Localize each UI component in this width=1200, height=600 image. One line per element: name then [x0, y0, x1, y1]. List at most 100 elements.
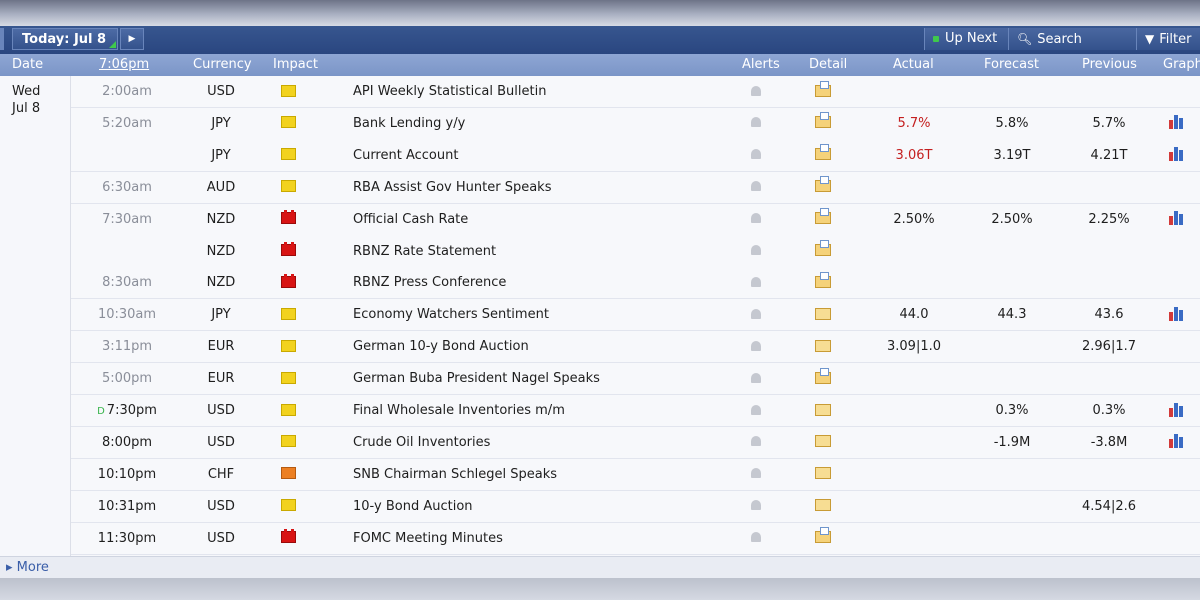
bell-icon[interactable] — [751, 404, 761, 415]
bell-icon[interactable] — [751, 181, 761, 192]
today-button[interactable]: Today: Jul 8 — [12, 28, 118, 50]
event-row[interactable]: 8:00pm USD Crude Oil Inventories -1.9M -3.8M — [71, 426, 1200, 459]
col-current-time[interactable]: 7:06pm — [99, 54, 149, 76]
bell-icon[interactable] — [751, 149, 761, 160]
detail-folder-icon[interactable] — [815, 527, 831, 544]
event-row[interactable]: 7:30am NZD Official Cash Rate 2.50% 2.50% 2.2… — [71, 203, 1200, 236]
detail-folder-icon[interactable] — [815, 144, 831, 161]
event-title[interactable]: API Weekly Statistical Bulletin — [353, 76, 546, 107]
event-detail[interactable] — [815, 299, 841, 330]
event-detail[interactable] — [815, 140, 841, 171]
event-graph[interactable] — [1169, 204, 1193, 235]
event-detail[interactable] — [815, 363, 841, 394]
bell-icon[interactable] — [751, 308, 761, 319]
bell-icon[interactable] — [751, 213, 761, 224]
event-title[interactable]: 10-y Bond Auction — [353, 491, 473, 522]
event-row[interactable]: JPY Current Account 3.06T 3.19T 4.21T — [71, 139, 1200, 172]
event-alert[interactable] — [751, 108, 771, 139]
event-title[interactable]: FOMC Meeting Minutes — [353, 523, 503, 554]
event-alert[interactable] — [751, 204, 771, 235]
event-detail[interactable] — [815, 459, 841, 490]
event-alert[interactable] — [751, 76, 771, 107]
event-detail[interactable] — [815, 236, 841, 267]
event-alert[interactable] — [751, 523, 771, 554]
event-title[interactable]: German 10-y Bond Auction — [353, 331, 529, 362]
event-detail[interactable] — [815, 267, 841, 298]
event-graph[interactable] — [1169, 236, 1193, 267]
detail-folder-icon[interactable] — [815, 271, 831, 288]
event-row[interactable]: D 7:30pm USD Final Wholesale Inventories m/… — [71, 395, 1200, 427]
event-row[interactable]: 5:20am JPY Bank Lending y/y 5.7% 5.8% 5.7% — [71, 107, 1200, 140]
event-alert[interactable] — [751, 172, 771, 203]
bar-chart-icon[interactable] — [1169, 306, 1186, 321]
event-graph[interactable] — [1169, 299, 1193, 330]
event-row[interactable]: 11:30pm USD FOMC Meeting Minutes — [71, 522, 1200, 555]
bell-icon[interactable] — [751, 532, 761, 543]
event-graph[interactable] — [1169, 140, 1193, 171]
bell-icon[interactable] — [751, 372, 761, 383]
detail-folder-icon[interactable] — [815, 339, 831, 352]
next-day-button[interactable]: ▶ — [120, 28, 144, 50]
event-graph[interactable] — [1169, 108, 1193, 139]
bell-icon[interactable] — [751, 276, 761, 287]
bar-chart-icon[interactable] — [1169, 434, 1186, 449]
event-detail[interactable] — [815, 204, 841, 235]
event-row[interactable]: 3:11pm EUR German 10-y Bond Auction 3.09|1.… — [71, 331, 1200, 364]
event-detail[interactable] — [815, 395, 841, 426]
event-title[interactable]: Bank Lending y/y — [353, 108, 465, 139]
search-events-button[interactable]: 🔍︎Search Events — [1008, 28, 1136, 69]
event-graph[interactable] — [1169, 395, 1193, 426]
event-alert[interactable] — [751, 236, 771, 267]
event-graph[interactable] — [1169, 491, 1193, 522]
event-title[interactable]: SNB Chairman Schlegel Speaks — [353, 459, 557, 490]
event-title[interactable]: Official Cash Rate — [353, 204, 468, 235]
bell-icon[interactable] — [751, 85, 761, 96]
detail-folder-icon[interactable] — [815, 467, 831, 480]
event-alert[interactable] — [751, 140, 771, 171]
detail-folder-icon[interactable] — [815, 208, 831, 225]
event-alert[interactable] — [751, 491, 771, 522]
event-detail[interactable] — [815, 331, 841, 362]
detail-folder-icon[interactable] — [815, 403, 831, 416]
event-alert[interactable] — [751, 459, 771, 490]
event-alert[interactable] — [751, 299, 771, 330]
event-row[interactable]: 5:00pm EUR German Buba President Nagel Spe… — [71, 363, 1200, 396]
event-title[interactable]: Economy Watchers Sentiment — [353, 299, 549, 330]
bell-icon[interactable] — [751, 468, 761, 479]
detail-folder-icon[interactable] — [815, 499, 831, 512]
event-row[interactable]: 10:10pm CHF SNB Chairman Schlegel Speaks — [71, 458, 1200, 491]
event-alert[interactable] — [751, 267, 771, 298]
detail-folder-icon[interactable] — [815, 367, 831, 384]
event-title[interactable]: Crude Oil Inventories — [353, 427, 490, 458]
event-detail[interactable] — [815, 108, 841, 139]
bell-icon[interactable] — [751, 500, 761, 511]
event-alert[interactable] — [751, 395, 771, 426]
event-detail[interactable] — [815, 172, 841, 203]
event-title[interactable]: RBNZ Press Conference — [353, 267, 506, 298]
event-row[interactable]: 6:30am AUD RBA Assist Gov Hunter Speaks — [71, 171, 1200, 204]
event-graph[interactable] — [1169, 172, 1193, 203]
event-title[interactable]: RBA Assist Gov Hunter Speaks — [353, 172, 551, 203]
event-detail[interactable] — [815, 427, 841, 458]
event-title[interactable]: Final Wholesale Inventories m/m — [353, 395, 565, 426]
event-detail[interactable] — [815, 523, 841, 554]
event-row[interactable]: 10:30am JPY Economy Watchers Sentiment 44.0… — [71, 299, 1200, 332]
bell-icon[interactable] — [751, 245, 761, 255]
event-row[interactable]: NZD RBNZ Rate Statement — [71, 235, 1200, 268]
bar-chart-icon[interactable] — [1169, 402, 1186, 417]
event-graph[interactable] — [1169, 267, 1193, 298]
detail-folder-icon[interactable] — [815, 307, 831, 320]
detail-folder-icon[interactable] — [815, 80, 831, 97]
detail-folder-icon[interactable] — [815, 240, 831, 256]
filter-button[interactable]: ▼ Filter — [1136, 28, 1200, 50]
detail-folder-icon[interactable] — [815, 176, 831, 193]
bell-icon[interactable] — [751, 117, 761, 128]
event-alert[interactable] — [751, 331, 771, 362]
event-graph[interactable] — [1169, 331, 1193, 362]
more-link[interactable]: ▸ More — [6, 560, 49, 575]
event-graph[interactable] — [1169, 76, 1193, 107]
event-title[interactable]: German Buba President Nagel Speaks — [353, 363, 600, 394]
event-alert[interactable] — [751, 363, 771, 394]
bar-chart-icon[interactable] — [1169, 115, 1186, 130]
event-row[interactable]: 8:30am NZD RBNZ Press Conference — [71, 267, 1200, 300]
